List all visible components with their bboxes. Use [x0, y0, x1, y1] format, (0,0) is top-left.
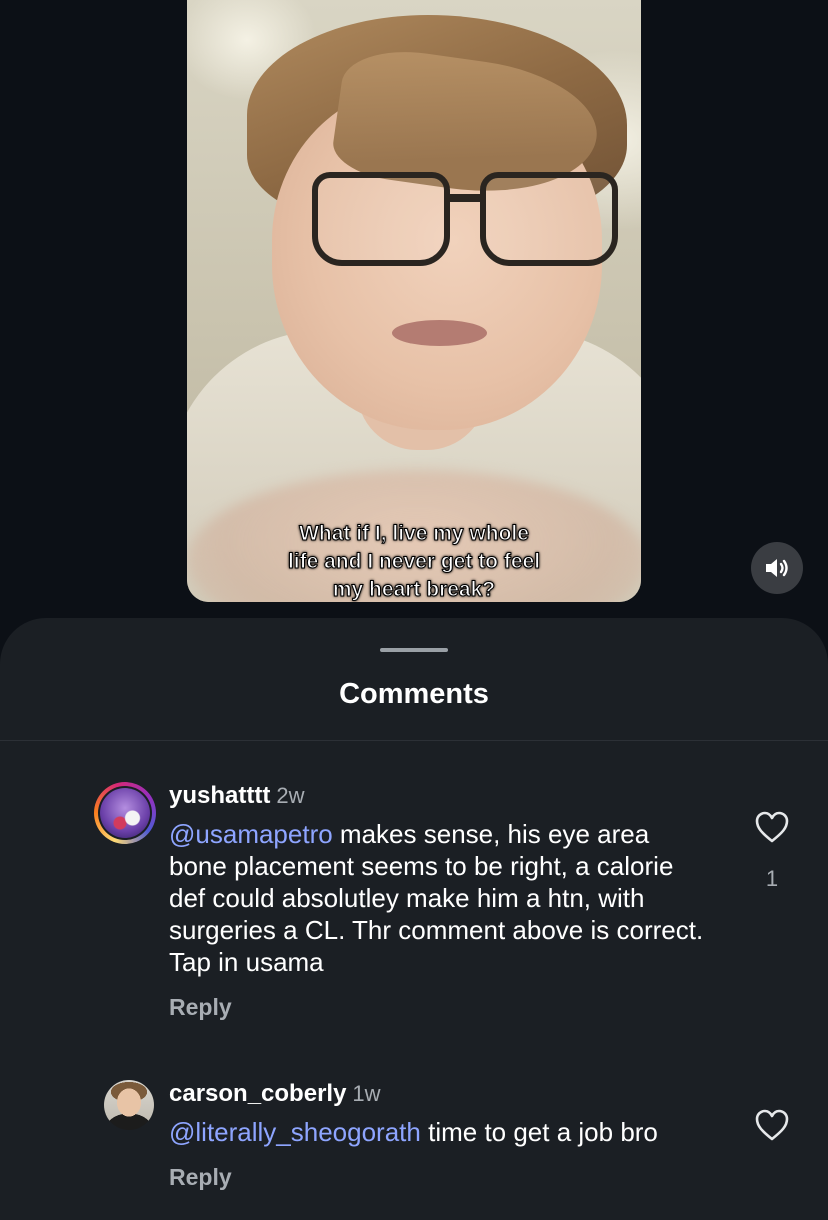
video-frame-mouth: [392, 320, 487, 346]
video-frame-glasses: [312, 172, 618, 266]
avatar-ring-gap: [98, 786, 152, 840]
comment-header: yushatttt 2w: [169, 782, 304, 810]
comment-item: carson_coberly 1w @literally_sheogorath t…: [0, 1078, 828, 1218]
heart-outline-icon[interactable]: [754, 810, 790, 844]
comments-sheet: Comments yushatttt 2w @usamapetro makes s…: [0, 618, 828, 1220]
like-count: 1: [765, 866, 779, 891]
video-caption: What if I, live my whole life and I neve…: [187, 520, 641, 602]
comment-text: @literally_sheogorath time to get a job …: [169, 1116, 749, 1148]
sheet-title: Comments: [339, 678, 489, 710]
comment-time: 1w: [352, 1081, 381, 1106]
glasses-lens-left: [312, 172, 450, 266]
caption-line-3: my heart break?: [332, 578, 496, 602]
sheet-grabber[interactable]: [380, 648, 448, 652]
avatar[interactable]: [104, 1080, 154, 1130]
reply-button[interactable]: Reply: [169, 994, 232, 1021]
heart-outline-icon[interactable]: [754, 1108, 790, 1142]
comment-text: @usamapetro makes sense, his eye area bo…: [169, 818, 709, 978]
caption-line-2: life and I never get to feel: [287, 550, 541, 574]
comment-mention[interactable]: @literally_sheogorath: [169, 1117, 421, 1147]
sheet-divider: [0, 740, 828, 741]
comment-body: time to get a job bro: [420, 1117, 658, 1147]
speaker-on-icon: [766, 559, 788, 577]
comment-time: 2w: [276, 783, 305, 808]
video-preview[interactable]: What if I, live my whole life and I neve…: [187, 0, 641, 602]
avatar: [100, 788, 150, 838]
comment-mention[interactable]: @usamapetro: [169, 819, 333, 849]
reply-button[interactable]: Reply: [169, 1164, 232, 1191]
avatar-story-ring[interactable]: [94, 782, 156, 844]
comment-username[interactable]: carson_coberly: [169, 1080, 346, 1107]
glasses-bridge: [446, 194, 484, 202]
volume-button[interactable]: [751, 542, 803, 594]
caption-line-1: What if I, live my whole: [299, 522, 530, 546]
comment-item: yushatttt 2w @usamapetro makes sense, his…: [0, 778, 828, 1038]
comment-header: carson_coberly 1w: [169, 1080, 381, 1108]
reel-comments-screen: What if I, live my whole life and I neve…: [0, 0, 828, 1220]
comment-username[interactable]: yushatttt: [169, 782, 270, 809]
glasses-lens-right: [480, 172, 618, 266]
